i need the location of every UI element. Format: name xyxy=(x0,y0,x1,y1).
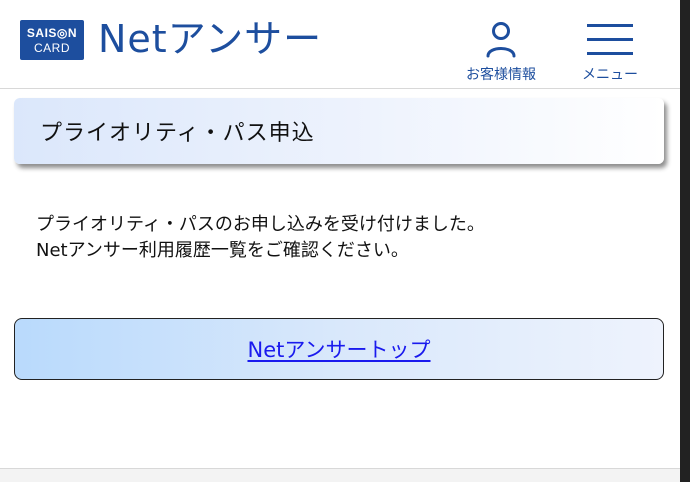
customer-info-label: お客様情報 xyxy=(466,67,536,83)
message-line-2: Netアンサー利用履歴一覧をご確認ください。 xyxy=(36,240,409,261)
person-icon xyxy=(484,18,518,62)
page-title-card: プライオリティ・パス申込 xyxy=(14,98,664,164)
hamburger-icon xyxy=(585,18,635,62)
message-line-1: プライオリティ・パスのお申し込みを受け付けました。 xyxy=(36,214,485,235)
menu-label: メニュー xyxy=(582,67,638,83)
brand-title[interactable]: Netアンサー xyxy=(98,14,322,64)
customer-info-button[interactable]: お客様情報 xyxy=(456,18,546,84)
net-answer-top-link[interactable]: Netアンサートップ xyxy=(247,334,430,364)
logo-line-2: CARD xyxy=(33,40,70,55)
page: SAIS◎N CARD Netアンサー お客様情報 メニュー プライオリティ・パ… xyxy=(0,0,690,482)
menu-button[interactable]: メニュー xyxy=(574,18,646,84)
logo-line-1: SAIS◎N xyxy=(26,25,78,40)
footer-strip xyxy=(0,468,680,482)
page-title: プライオリティ・パス申込 xyxy=(40,121,315,146)
saison-card-logo[interactable]: SAIS◎N CARD xyxy=(20,20,84,60)
app-header: SAIS◎N CARD Netアンサー お客様情報 メニュー xyxy=(0,0,680,89)
scrollbar[interactable] xyxy=(680,0,690,482)
net-answer-top-button[interactable]: Netアンサートップ xyxy=(14,318,664,380)
confirmation-message: プライオリティ・パスのお申し込みを受け付けました。 Netアンサー利用履歴一覧を… xyxy=(36,212,656,264)
